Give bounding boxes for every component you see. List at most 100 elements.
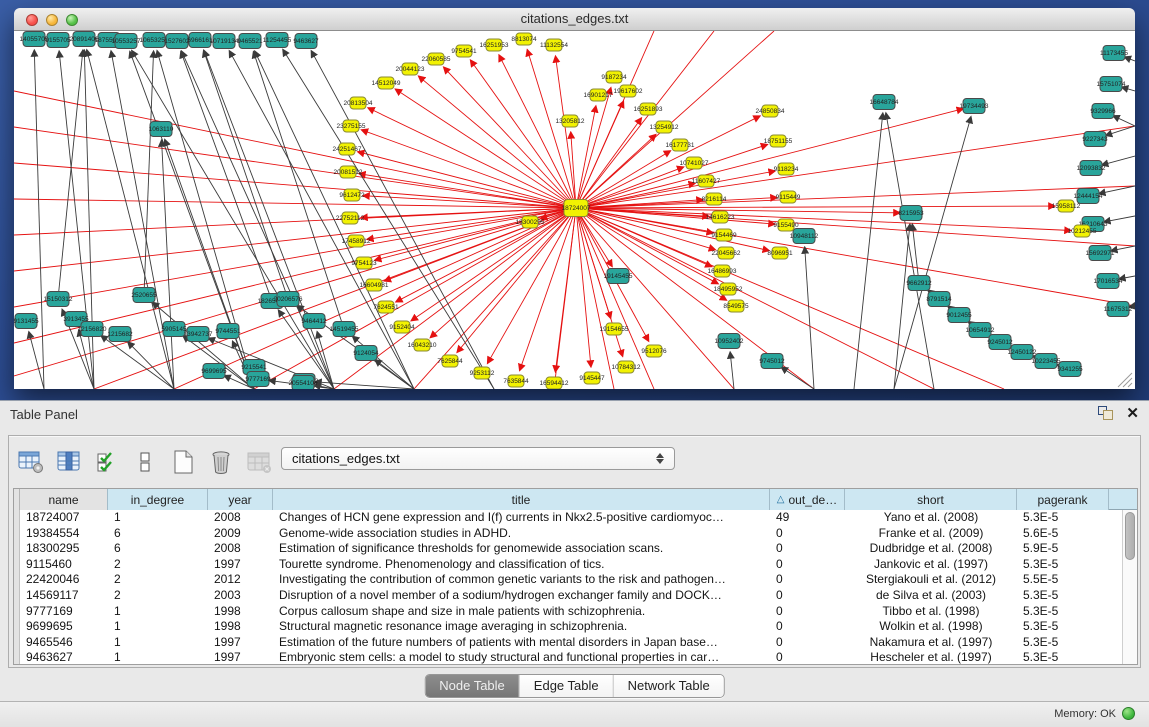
graph-edge[interactable] (418, 76, 576, 208)
graph-edge[interactable] (375, 360, 414, 389)
table-cell-pagerank[interactable]: 5.5E-5 (1017, 572, 1109, 588)
graph-edge[interactable] (576, 208, 1135, 306)
table-cell-short[interactable]: Jankovic et al. (1997) (845, 557, 1017, 573)
table-cell-out_de[interactable]: 0 (770, 588, 845, 604)
graph-edge[interactable] (128, 342, 174, 389)
graph-edge[interactable] (781, 367, 814, 389)
table-cell-year[interactable]: 2008 (208, 541, 273, 557)
graph-edge[interactable] (1124, 57, 1135, 61)
table-row[interactable]: 946362711997Embryonic stem cells: a mode… (14, 650, 1137, 665)
graph-edge[interactable] (1105, 126, 1135, 136)
trash-icon[interactable] (205, 446, 237, 478)
graph-edge[interactable] (576, 208, 654, 389)
table-cell-title[interactable]: Disruption of a novel member of a sodium… (273, 588, 770, 604)
table-cell-year[interactable]: 1997 (208, 635, 273, 651)
table-row[interactable]: 946554611997Estimation of the future num… (14, 635, 1137, 651)
table-cell-short[interactable]: Nakamura et al. (1997) (845, 635, 1017, 651)
table-cell-year[interactable]: 2012 (208, 572, 273, 588)
table-cell-year[interactable]: 2009 (208, 526, 273, 542)
graph-edge[interactable] (229, 51, 414, 389)
column-header-short[interactable]: short (845, 489, 1017, 510)
table-cell-year[interactable]: 1998 (208, 619, 273, 635)
table-cell-title[interactable]: Estimation of the future numbers of pati… (273, 635, 770, 651)
graph-edge[interactable] (576, 206, 1055, 208)
graph-edge[interactable] (576, 144, 768, 208)
graph-edge[interactable] (894, 117, 971, 389)
table-cell-out_de[interactable]: 0 (770, 557, 845, 573)
table-cell-title[interactable]: Embryonic stem cells: a model to study s… (273, 650, 770, 665)
table-cell-out_de[interactable]: 0 (770, 635, 845, 651)
graph-edge[interactable] (444, 67, 576, 208)
network-view-window[interactable]: citations_edges.txt 14055705915570520891… (14, 8, 1135, 389)
graph-edge[interactable] (204, 50, 288, 299)
table-cell-title[interactable]: Tourette syndrome. Phenomenology and cla… (273, 557, 770, 573)
graph-edge[interactable] (576, 208, 734, 389)
table-cell-pagerank[interactable]: 5.3E-5 (1017, 619, 1109, 635)
rows-icon[interactable] (129, 446, 161, 478)
table-cell-pagerank[interactable]: 5.3E-5 (1017, 604, 1109, 620)
float-window-icon[interactable] (1098, 406, 1114, 421)
graph-edge[interactable] (144, 51, 154, 295)
table-row[interactable]: 1872400712008Changes of HCN gene express… (14, 510, 1137, 526)
graph-edge[interactable] (174, 208, 576, 389)
graph-edge[interactable] (576, 118, 642, 208)
table-cell-pagerank[interactable]: 5.3E-5 (1017, 588, 1109, 604)
graph-edge[interactable] (58, 50, 83, 299)
graph-edge[interactable] (79, 330, 94, 389)
vertical-scrollbar[interactable] (1122, 510, 1137, 664)
table-row[interactable]: 2242004622012Investigating the contribut… (14, 572, 1137, 588)
table-cell-name[interactable]: 9115460 (20, 557, 108, 573)
table-cell-name[interactable]: 14569117 (20, 588, 108, 604)
graph-edge[interactable] (520, 208, 576, 371)
graph-edge[interactable] (912, 224, 919, 283)
table-cell-year[interactable]: 2008 (208, 510, 273, 526)
table-cell-short[interactable]: Stergiakouli et al. (2012) (845, 572, 1017, 588)
scrollbar-thumb[interactable] (1125, 512, 1135, 560)
table-cell-in_degree[interactable]: 1 (108, 650, 208, 665)
table-cell-name[interactable]: 18300295 (20, 541, 108, 557)
graph-edge[interactable] (14, 91, 576, 208)
table-cell-short[interactable]: Yano et al. (2008) (845, 510, 1017, 526)
table-cell-title[interactable]: Corpus callosum shape and size in male p… (273, 604, 770, 620)
table-cell-name[interactable]: 9699695 (20, 619, 108, 635)
graph-edge[interactable] (576, 109, 963, 208)
graph-edge[interactable] (499, 55, 576, 208)
graph-edge[interactable] (317, 332, 334, 389)
table-cell-pagerank[interactable]: 5.3E-5 (1017, 635, 1109, 651)
table-cell-in_degree[interactable]: 1 (108, 635, 208, 651)
table-cell-out_de[interactable]: 0 (770, 650, 845, 665)
new-document-icon[interactable] (167, 446, 199, 478)
table-cell-short[interactable]: de Silva et al. (2003) (845, 588, 1017, 604)
graph-edge[interactable] (894, 224, 910, 389)
table-cell-name[interactable]: 19384554 (20, 526, 108, 542)
table-cell-short[interactable]: Hescheler et al. (1997) (845, 650, 1017, 665)
table-cell-title[interactable]: Investigating the contribution of common… (273, 572, 770, 588)
graph-edge[interactable] (1113, 116, 1135, 126)
table-row[interactable]: 911546021997Tourette syndrome. Phenomeno… (14, 557, 1137, 573)
table-cell-in_degree[interactable]: 2 (108, 572, 208, 588)
table-cell-year[interactable]: 1997 (208, 557, 273, 573)
graph-edge[interactable] (181, 51, 272, 301)
graph-edge[interactable] (1104, 216, 1135, 222)
graph-edge[interactable] (854, 113, 883, 389)
graph-edge[interactable] (1102, 156, 1135, 165)
table-cell-title[interactable]: Structural magnetic resonance image aver… (273, 619, 770, 635)
graph-edge[interactable] (162, 140, 174, 389)
graph-edge[interactable] (576, 208, 1135, 246)
table-cell-in_degree[interactable]: 6 (108, 541, 208, 557)
graph-edge[interactable] (14, 163, 576, 208)
column-header-year[interactable]: year (208, 489, 273, 510)
table-cell-in_degree[interactable]: 1 (108, 604, 208, 620)
table-cell-out_de[interactable]: 0 (770, 541, 845, 557)
resize-grip-icon[interactable] (1118, 373, 1132, 387)
table-cell-year[interactable]: 1997 (208, 650, 273, 665)
table-settings-icon[interactable] (15, 446, 47, 478)
graph-edge[interactable] (576, 126, 1135, 208)
table-cell-in_degree[interactable]: 2 (108, 557, 208, 573)
tab-network-table[interactable]: Network Table (614, 675, 724, 697)
tab-node-table[interactable]: Node Table (425, 675, 520, 697)
graph-edge[interactable] (527, 50, 576, 208)
table-cell-year[interactable]: 1998 (208, 604, 273, 620)
table-cell-title[interactable]: Genome-wide association studies in ADHD. (273, 526, 770, 542)
table-row[interactable]: 1456911722003Disruption of a novel membe… (14, 588, 1137, 604)
